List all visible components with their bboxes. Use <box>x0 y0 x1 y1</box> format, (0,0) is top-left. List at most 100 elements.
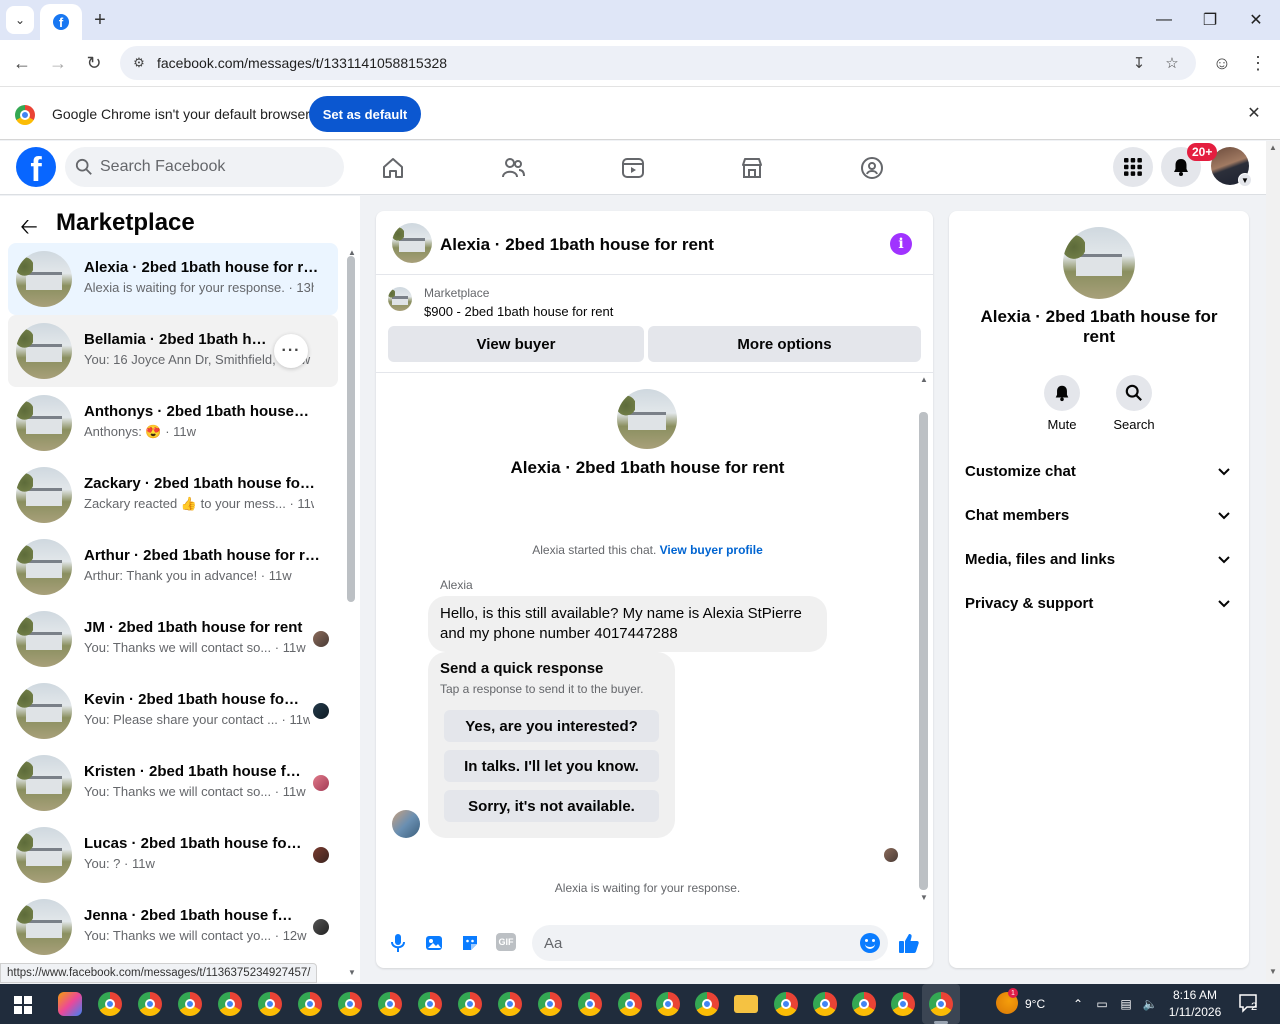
chrome-taskbar-icon[interactable] <box>338 992 362 1016</box>
temperature[interactable]: 9°C <box>1025 997 1045 1011</box>
browser-tab-facebook[interactable]: f <box>40 4 82 40</box>
forward-button[interactable]: → <box>44 49 72 77</box>
conversation-item[interactable]: Anthonys · 2bed 1bath house for rent Ant… <box>8 387 338 459</box>
chrome-taskbar-icon[interactable] <box>298 992 322 1016</box>
sticker-icon[interactable] <box>459 932 481 954</box>
quick-response-button[interactable]: Yes, are you interested? <box>444 710 659 742</box>
conversation-item[interactable]: Kevin · 2bed 1bath house for rent You: P… <box>8 675 338 747</box>
chat-members-section[interactable]: Chat members <box>957 496 1241 536</box>
conversation-list-scrollbar[interactable] <box>347 256 355 602</box>
more-options-icon[interactable]: ··· <box>274 334 308 368</box>
reload-button[interactable]: ↻ <box>80 49 108 77</box>
chrome-taskbar-icon[interactable] <box>695 992 719 1016</box>
chrome-taskbar-icon[interactable] <box>98 992 122 1016</box>
microphone-icon[interactable] <box>387 932 409 954</box>
chrome-taskbar-icon[interactable] <box>929 992 953 1016</box>
bookmark-star-icon[interactable]: ☆ <box>1161 52 1183 74</box>
windows-start-icon[interactable] <box>14 996 32 1014</box>
chrome-taskbar-icon[interactable] <box>618 992 642 1016</box>
info-icon[interactable]: i <box>890 233 912 255</box>
conversation-item[interactable]: Lucas · 2bed 1bath house for rent You: ?… <box>8 819 338 891</box>
message-input[interactable] <box>532 925 888 961</box>
chrome-taskbar-icon[interactable] <box>418 992 442 1016</box>
chrome-taskbar-icon[interactable] <box>852 992 876 1016</box>
view-buyer-button[interactable]: View buyer <box>388 326 644 362</box>
conversation-item[interactable]: Jenna · 2bed 1bath house for rent You: T… <box>8 891 338 963</box>
facebook-logo-icon[interactable]: f <box>16 147 56 187</box>
address-bar[interactable]: ⚙ facebook.com/messages/t/13311410588153… <box>120 46 1196 80</box>
media-files-links-section[interactable]: Media, files and links <box>957 540 1241 580</box>
view-buyer-profile-link[interactable]: View buyer profile <box>660 543 763 557</box>
copilot-icon[interactable] <box>58 992 82 1016</box>
conversation-item[interactable]: Kristen · 2bed 1bath house for rent You:… <box>8 747 338 819</box>
facebook-search-input[interactable]: Search Facebook <box>65 147 344 187</box>
privacy-support-section[interactable]: Privacy & support <box>957 584 1241 624</box>
install-app-icon[interactable]: ↧ <box>1128 52 1150 74</box>
chrome-menu-icon[interactable]: ⋮ <box>1244 49 1272 77</box>
chrome-taskbar-icon[interactable] <box>578 992 602 1016</box>
url-text[interactable]: facebook.com/messages/t/1331141058815328 <box>157 55 447 71</box>
chrome-taskbar-icon[interactable] <box>656 992 680 1016</box>
chrome-taskbar-icon[interactable] <box>218 992 242 1016</box>
scroll-down-arrow[interactable]: ▼ <box>920 893 928 902</box>
clock-date[interactable]: 1/11/2026 <box>1166 1005 1224 1019</box>
message-bubble[interactable]: Hello, is this still available? My name … <box>428 596 827 652</box>
conversation-item[interactable]: Bellamia · 2bed 1bath house for rent You… <box>8 315 338 387</box>
chrome-taskbar-icon[interactable] <box>891 992 915 1016</box>
chrome-taskbar-icon[interactable] <box>458 992 482 1016</box>
scroll-down-arrow[interactable]: ▼ <box>1269 967 1277 976</box>
new-tab-button[interactable]: + <box>88 8 112 32</box>
chrome-taskbar-icon[interactable] <box>538 992 562 1016</box>
gif-icon[interactable]: GIF <box>496 933 516 951</box>
profile-icon[interactable]: ☺ <box>1208 49 1236 77</box>
chevron-up-icon[interactable]: ⌃ <box>1070 996 1086 1012</box>
listing-price[interactable]: $900 - 2bed 1bath house for rent <box>424 304 613 319</box>
conversation-item[interactable]: Arthur · 2bed 1bath house for rent Arthu… <box>8 531 338 603</box>
photo-icon[interactable] <box>423 932 445 954</box>
chrome-taskbar-icon[interactable] <box>774 992 798 1016</box>
close-window-button[interactable]: ✕ <box>1233 6 1279 34</box>
friends-icon[interactable] <box>496 151 530 185</box>
quick-response-button[interactable]: Sorry, it's not available. <box>444 790 659 822</box>
chat-title[interactable]: Alexia · 2bed 1bath house for rent <box>440 235 714 255</box>
page-scrollbar[interactable]: ▲ ▼ <box>1266 141 1280 982</box>
file-explorer-icon[interactable] <box>734 995 758 1013</box>
conversation-item[interactable]: Zackary · 2bed 1bath house for rent Zack… <box>8 459 338 531</box>
menu-grid-icon[interactable] <box>1113 147 1153 187</box>
clock-time[interactable]: 8:16 AM <box>1172 988 1218 1002</box>
volume-icon[interactable]: 🔈 <box>1142 996 1158 1012</box>
scroll-up-arrow[interactable]: ▲ <box>1269 143 1277 152</box>
marketplace-icon[interactable] <box>735 151 769 185</box>
chrome-taskbar-icon[interactable] <box>258 992 282 1016</box>
chat-avatar[interactable] <box>392 223 432 263</box>
close-icon[interactable]: ✕ <box>1244 103 1264 123</box>
thumbs-up-icon[interactable] <box>898 932 920 954</box>
battery-icon[interactable]: ▭ <box>1094 996 1110 1012</box>
groups-icon[interactable] <box>855 151 889 185</box>
site-settings-icon[interactable]: ⚙ <box>130 54 148 72</box>
network-icon[interactable]: ▤ <box>1118 996 1134 1012</box>
thread-scrollbar[interactable] <box>919 412 928 890</box>
conversation-item[interactable]: Alexia · 2bed 1bath house for rent Alexi… <box>8 243 338 315</box>
set-as-default-button[interactable]: Set as default <box>309 96 421 132</box>
chrome-taskbar-icon[interactable] <box>378 992 402 1016</box>
chrome-taskbar-icon[interactable] <box>178 992 202 1016</box>
chrome-taskbar-icon[interactable] <box>813 992 837 1016</box>
chrome-taskbar-icon[interactable] <box>138 992 162 1016</box>
home-icon[interactable] <box>376 151 410 185</box>
quick-response-button[interactable]: In talks. I'll let you know. <box>444 750 659 782</box>
tab-search-button[interactable]: ⌄ <box>6 6 34 34</box>
scroll-up-arrow[interactable]: ▲ <box>920 375 928 384</box>
more-options-button[interactable]: More options <box>648 326 921 362</box>
video-icon[interactable] <box>616 151 650 185</box>
customize-chat-section[interactable]: Customize chat <box>957 452 1241 492</box>
emoji-icon[interactable] <box>860 933 880 953</box>
chrome-taskbar-icon[interactable] <box>498 992 522 1016</box>
scroll-down-arrow[interactable]: ▼ <box>348 968 356 977</box>
back-button[interactable]: ← <box>8 49 36 77</box>
mute-action[interactable]: Mute <box>1032 375 1092 432</box>
conversation-item[interactable]: JM · 2bed 1bath house for rent You: Than… <box>8 603 338 675</box>
minimize-window-button[interactable]: — <box>1141 6 1187 34</box>
search-action[interactable]: Search <box>1104 375 1164 432</box>
restore-window-button[interactable]: ❐ <box>1187 6 1233 34</box>
